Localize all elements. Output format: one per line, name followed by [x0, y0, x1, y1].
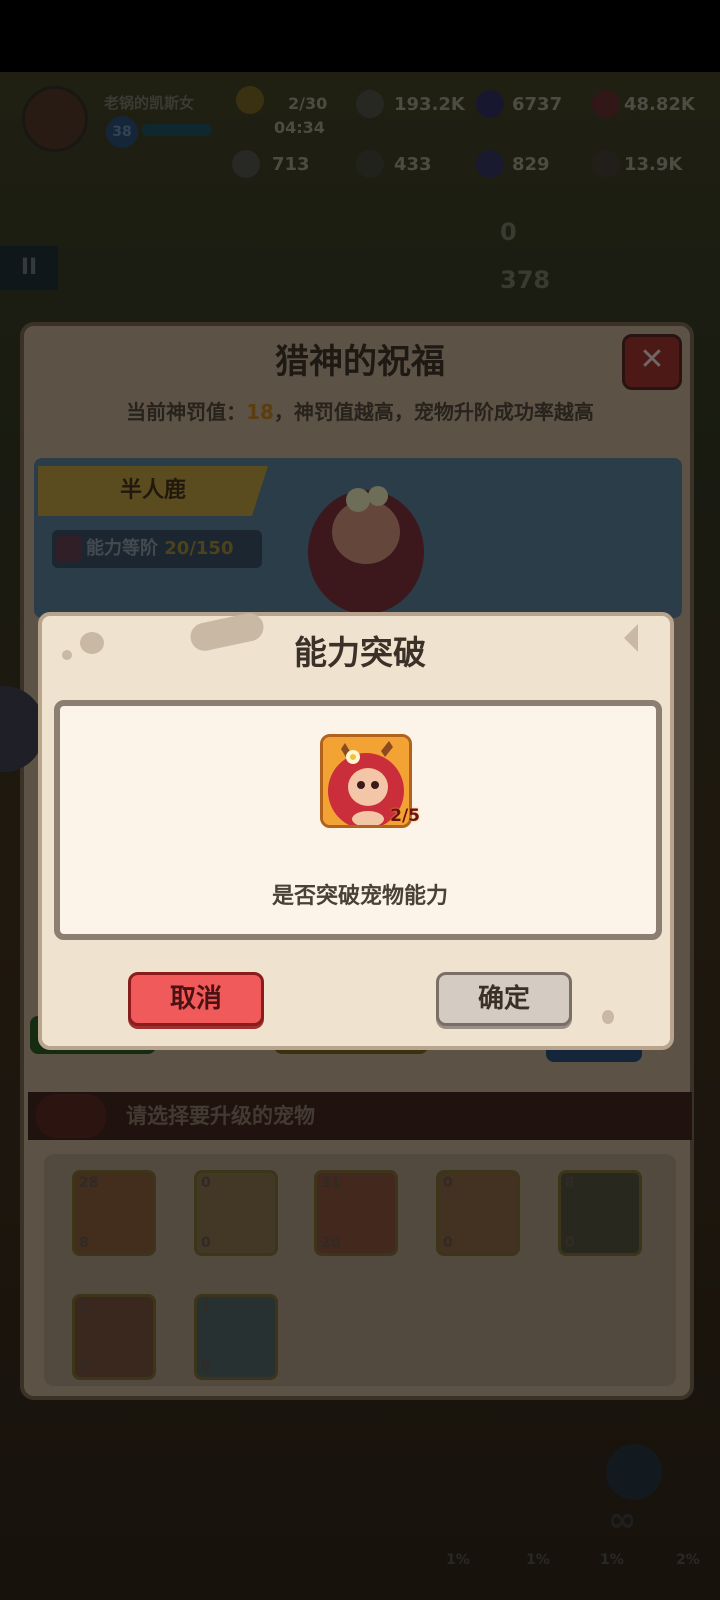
- decor-dot: [602, 1010, 614, 1024]
- dialog-message: 是否突破宠物能力: [271, 884, 448, 909]
- confirm-button[interactable]: 确定: [436, 972, 572, 1026]
- pet-level-badge: 2/5: [390, 806, 420, 826]
- cancel-button[interactable]: 取消: [128, 972, 264, 1026]
- dialog-title: 能力突破: [294, 633, 426, 672]
